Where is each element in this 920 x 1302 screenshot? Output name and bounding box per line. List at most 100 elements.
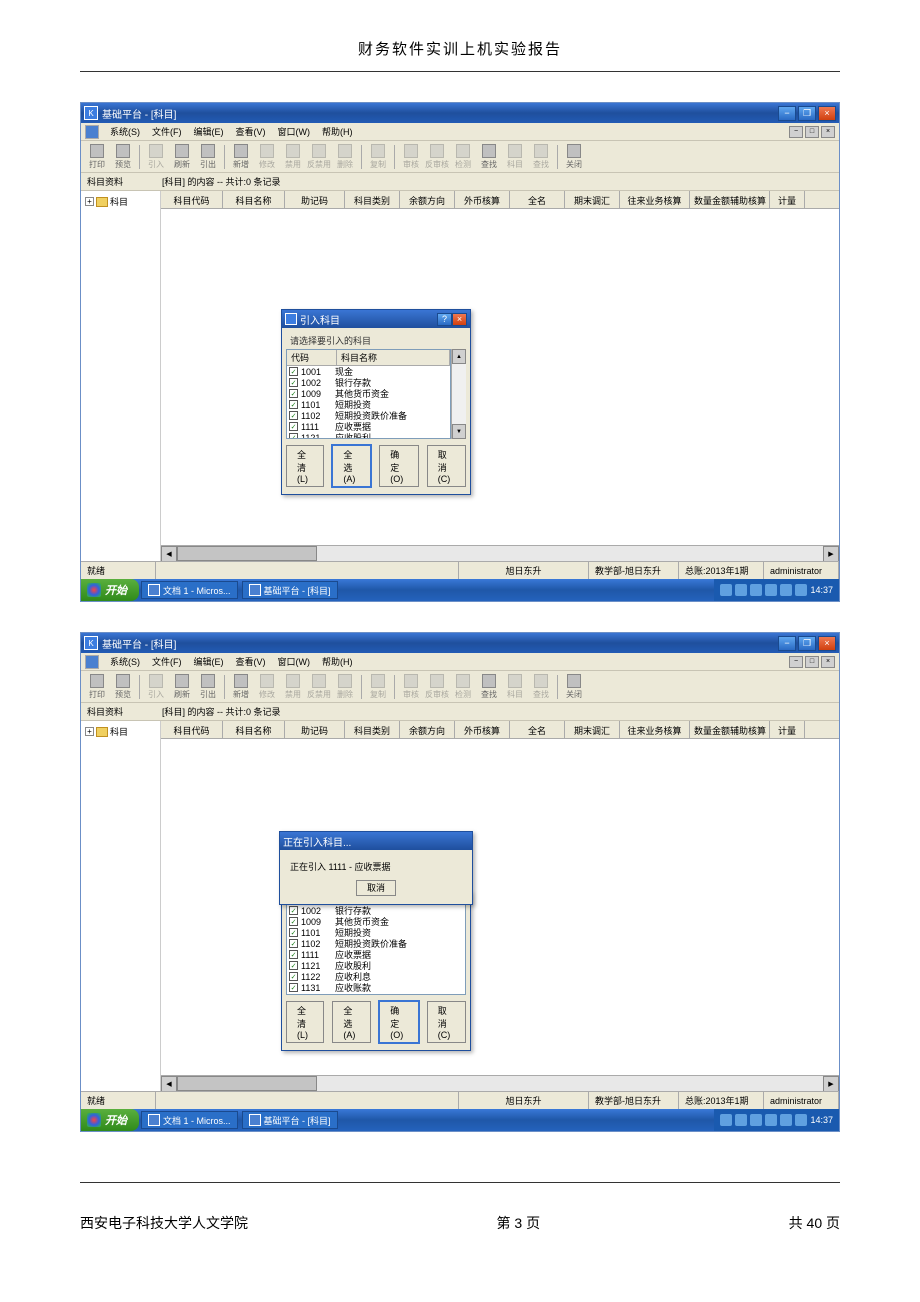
menu-file[interactable]: 文件(F) (147, 654, 187, 669)
checkbox-icon[interactable]: ✓ (289, 906, 298, 915)
tb-export[interactable]: 引出 (196, 672, 220, 702)
menu-view[interactable]: 查看(V) (231, 654, 271, 669)
hscroll-track[interactable] (177, 546, 823, 561)
task-app[interactable]: 基础平台 - [科目] (242, 581, 338, 599)
tray-icon-6[interactable] (795, 584, 807, 596)
col-balance[interactable]: 余额方向 (400, 191, 455, 208)
col-balance[interactable]: 余额方向 (400, 721, 455, 738)
tb-print[interactable]: 打印 (85, 672, 109, 702)
btn-select-all[interactable]: 全选(A) (332, 1001, 371, 1043)
hscroll-thumb[interactable] (177, 546, 317, 561)
tray-icon-3[interactable] (750, 1114, 762, 1126)
btn-cancel[interactable]: 取消(C) (427, 445, 466, 487)
vscroll-track[interactable] (452, 364, 466, 424)
tray-icon-2[interactable] (735, 1114, 747, 1126)
list-item[interactable]: ✓1121应收股利 (287, 960, 465, 971)
checkbox-icon[interactable]: ✓ (289, 367, 298, 376)
hscroll-left-icon[interactable]: ◀ (161, 1076, 177, 1091)
checkbox-icon[interactable]: ✓ (289, 983, 298, 992)
checkbox-icon[interactable]: ✓ (289, 928, 298, 937)
checkbox-icon[interactable]: ✓ (289, 961, 298, 970)
col-name[interactable]: 科目名称 (223, 721, 285, 738)
col-ap[interactable]: 往来业务核算 (620, 721, 690, 738)
minimize-button[interactable]: − (778, 106, 796, 121)
tb-preview[interactable]: 预览 (111, 142, 135, 172)
tb-export[interactable]: 引出 (196, 142, 220, 172)
col-foreign[interactable]: 外币核算 (455, 721, 510, 738)
tb-preview[interactable]: 预览 (111, 672, 135, 702)
progress-cancel-button[interactable]: 取消 (356, 880, 396, 896)
col-foreign[interactable]: 外币核算 (455, 191, 510, 208)
checkbox-icon[interactable]: ✓ (289, 939, 298, 948)
col-adjust[interactable]: 期末调汇 (565, 721, 620, 738)
checkbox-icon[interactable]: ✓ (289, 422, 298, 431)
checkbox-icon[interactable]: ✓ (289, 950, 298, 959)
task-word[interactable]: 文档 1 - Micros... (141, 1111, 238, 1129)
col-category[interactable]: 科目类别 (345, 191, 400, 208)
col-name[interactable]: 科目名称 (223, 191, 285, 208)
btn-clear-all[interactable]: 全清(L) (286, 445, 324, 487)
menu-system[interactable]: 系统(S) (105, 654, 145, 669)
mdi-close-button[interactable]: × (821, 656, 835, 668)
btn-ok[interactable]: 确定(O) (379, 445, 419, 487)
btn-ok[interactable]: 确定(O) (379, 1001, 419, 1043)
tray-icon-4[interactable] (765, 1114, 777, 1126)
start-button[interactable]: 开始 (81, 1109, 139, 1131)
dlg-col-name[interactable]: 科目名称 (337, 350, 450, 365)
mdi-max-button[interactable]: □ (805, 126, 819, 138)
vscroll-up-icon[interactable]: ▲ (452, 349, 466, 364)
menu-system[interactable]: 系统(S) (105, 124, 145, 139)
list-item[interactable]: ✓1111应收票据 (287, 949, 465, 960)
tray-icon-1[interactable] (720, 1114, 732, 1126)
tb-find[interactable]: 查找 (477, 672, 501, 702)
col-code[interactable]: 科目代码 (161, 721, 223, 738)
dialog-list[interactable]: 代码 科目名称 ✓1001现金✓1002银行存款✓1009其他货币资金✓1101… (286, 349, 451, 439)
vscroll-down-icon[interactable]: ▼ (452, 424, 466, 439)
dlg-col-code[interactable]: 代码 (287, 350, 337, 365)
restore-button[interactable]: ❐ (798, 106, 816, 121)
tray-icon-2[interactable] (735, 584, 747, 596)
menu-help[interactable]: 帮助(H) (317, 654, 358, 669)
hscroll-left-icon[interactable]: ◀ (161, 546, 177, 561)
menu-file[interactable]: 文件(F) (147, 124, 187, 139)
tb-new[interactable]: 新增 (229, 142, 253, 172)
restore-button[interactable]: ❐ (798, 636, 816, 651)
checkbox-icon[interactable]: ✓ (289, 389, 298, 398)
minimize-button[interactable]: − (778, 636, 796, 651)
dialog-help-button[interactable]: ? (437, 313, 452, 326)
list-item[interactable]: ✓1131应收账款 (287, 982, 465, 993)
hscroll-right-icon[interactable]: ▶ (823, 546, 839, 561)
task-word[interactable]: 文档 1 - Micros... (141, 581, 238, 599)
tree-root-item[interactable]: + 科目 (85, 725, 156, 738)
hscroll-thumb[interactable] (177, 1076, 317, 1091)
dlg-vscroll[interactable]: ▲ ▼ (451, 349, 466, 439)
col-fullname[interactable]: 全名 (510, 721, 565, 738)
tree-expand-icon[interactable]: + (85, 197, 94, 206)
mdi-max-button[interactable]: □ (805, 656, 819, 668)
dialog-close-button[interactable]: × (452, 313, 467, 326)
checkbox-icon[interactable]: ✓ (289, 400, 298, 409)
tb-close[interactable]: 关闭 (562, 672, 586, 702)
close-button[interactable]: × (818, 106, 836, 121)
col-code[interactable]: 科目代码 (161, 191, 223, 208)
tb-refresh[interactable]: 刷新 (170, 142, 194, 172)
menu-view[interactable]: 查看(V) (231, 124, 271, 139)
hscroll-right-icon[interactable]: ▶ (823, 1076, 839, 1091)
col-unit[interactable]: 计量 (770, 191, 805, 208)
btn-clear-all[interactable]: 全清(L) (286, 1001, 324, 1043)
mdi-close-button[interactable]: × (821, 126, 835, 138)
list-item[interactable]: ✓1121应收股利 (287, 432, 450, 439)
checkbox-icon[interactable]: ✓ (289, 917, 298, 926)
list-item[interactable]: ✓1009其他货币资金 (287, 916, 465, 927)
list-item[interactable]: ✓1102短期投资跌价准备 (287, 938, 465, 949)
tray-icon-4[interactable] (765, 584, 777, 596)
menu-edit[interactable]: 编辑(E) (189, 124, 229, 139)
tree-expand-icon[interactable]: + (85, 727, 94, 736)
tray-icon-6[interactable] (795, 1114, 807, 1126)
col-unit[interactable]: 计量 (770, 721, 805, 738)
menu-edit[interactable]: 编辑(E) (189, 654, 229, 669)
tray-icon-1[interactable] (720, 584, 732, 596)
tb-close[interactable]: 关闭 (562, 142, 586, 172)
list-item[interactable]: ✓1122应收利息 (287, 971, 465, 982)
col-mnemonic[interactable]: 助记码 (285, 721, 345, 738)
